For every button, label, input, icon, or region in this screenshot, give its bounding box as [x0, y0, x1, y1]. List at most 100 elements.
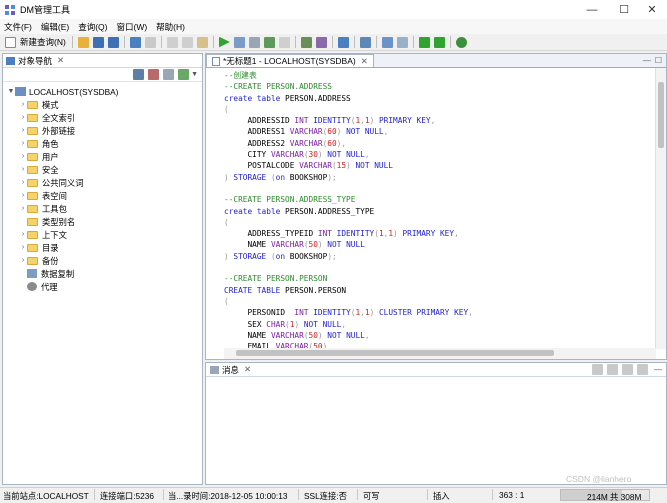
- minimize-button[interactable]: —: [577, 0, 607, 19]
- menu-file[interactable]: 文件(F): [4, 21, 32, 33]
- code-line[interactable]: --CREATE PERSON.ADDRESS_TYPE: [224, 194, 654, 205]
- code-line[interactable]: NAME VARCHAR(50) NOT NULL: [224, 239, 654, 250]
- memory-usage-bar[interactable]: 214M 共 308M: [560, 489, 650, 502]
- new-query-button[interactable]: 新建查询(N): [3, 36, 66, 48]
- tree-item-data-replication[interactable]: 数据复制: [19, 268, 74, 279]
- code-line[interactable]: ) STORAGE (on BOOKSHOP);: [224, 172, 654, 183]
- code-line[interactable]: [224, 262, 654, 273]
- tree-item-package[interactable]: › 工具包: [19, 203, 67, 214]
- refresh-icon[interactable]: [163, 69, 175, 80]
- code-line[interactable]: SEX CHAR(1) NOT NULL,: [224, 319, 654, 330]
- code-line[interactable]: POSTALCODE VARCHAR(15) NOT NULL: [224, 160, 654, 171]
- tab-messages[interactable]: 消息 ✕: [206, 364, 251, 376]
- menu-window[interactable]: 窗口(W): [116, 21, 147, 33]
- rollback-icon[interactable]: [315, 36, 327, 48]
- code-area[interactable]: --创建表 --CREATE PERSON.ADDRESS create table…: [224, 70, 654, 348]
- tree-item-context[interactable]: › 上下文: [19, 229, 67, 240]
- code-line[interactable]: --CREATE PERSON.PERSON: [224, 273, 654, 284]
- save-icon[interactable]: [92, 36, 104, 48]
- remove-icon[interactable]: [622, 364, 633, 375]
- horizontal-scrollbar[interactable]: [224, 348, 656, 359]
- collapsed-arrow-icon[interactable]: ›: [19, 231, 27, 238]
- tree-item-directory[interactable]: › 目录: [19, 242, 59, 253]
- collapse-all-icon[interactable]: [178, 69, 190, 80]
- redo-icon[interactable]: [144, 36, 156, 48]
- sql-assist-icon[interactable]: [396, 36, 408, 48]
- tree-item-external-link[interactable]: › 外部链接: [19, 125, 75, 136]
- run-to-cursor-icon[interactable]: [418, 36, 430, 48]
- code-line[interactable]: CITY VARCHAR(30) NOT NULL,: [224, 149, 654, 160]
- execute-plan-icon[interactable]: [233, 36, 245, 48]
- code-line[interactable]: CREATE TABLE PERSON.PERSON: [224, 285, 654, 296]
- vertical-scrollbar[interactable]: [655, 68, 666, 349]
- tree-item-agent[interactable]: 代理: [19, 281, 58, 292]
- tree-item-backup[interactable]: › 备份: [19, 255, 59, 266]
- code-line[interactable]: ADDRESS1 VARCHAR(60) NOT NULL,: [224, 126, 654, 137]
- format-icon[interactable]: [278, 36, 290, 48]
- code-line[interactable]: [224, 183, 654, 194]
- code-line[interactable]: EMAIL VARCHAR(50): [224, 341, 654, 348]
- collapsed-arrow-icon[interactable]: ›: [19, 179, 27, 186]
- menu-edit[interactable]: 编辑(E): [41, 21, 69, 33]
- tree-item-security[interactable]: › 安全: [19, 164, 59, 175]
- collapsed-arrow-icon[interactable]: ›: [19, 114, 27, 121]
- collapsed-arrow-icon[interactable]: ›: [19, 205, 27, 212]
- paste-icon[interactable]: [196, 36, 208, 48]
- collapsed-arrow-icon[interactable]: ›: [19, 101, 27, 108]
- stop-icon[interactable]: [248, 36, 260, 48]
- code-line[interactable]: --创建表: [224, 70, 654, 81]
- close-tab-icon[interactable]: ✕: [361, 56, 368, 67]
- code-line[interactable]: create table PERSON.ADDRESS_TYPE: [224, 206, 654, 217]
- menu-query[interactable]: 查询(Q): [78, 21, 107, 33]
- code-line[interactable]: --CREATE PERSON.ADDRESS: [224, 81, 654, 92]
- bug-icon[interactable]: [455, 36, 467, 48]
- tree-item-fulltext-index[interactable]: › 全文索引: [19, 112, 75, 123]
- code-line[interactable]: (: [224, 296, 654, 307]
- tree-item-user[interactable]: › 用户: [19, 151, 59, 162]
- tree-root-localhost[interactable]: ▼ LOCALHOST(SYSDBA): [7, 86, 119, 97]
- clear-messages-icon[interactable]: [592, 364, 603, 375]
- cut-icon[interactable]: [166, 36, 178, 48]
- code-line[interactable]: ADDRESS_TYPEID INT IDENTITY(1,1) PRIMARY…: [224, 228, 654, 239]
- open-folder-icon[interactable]: [77, 36, 89, 48]
- tree-item-role[interactable]: › 角色: [19, 138, 59, 149]
- table-icon[interactable]: [337, 36, 349, 48]
- undo-icon[interactable]: [129, 36, 141, 48]
- tree-item-schema[interactable]: › 模式: [19, 99, 59, 110]
- collapsed-arrow-icon[interactable]: ›: [19, 127, 27, 134]
- remove-all-icon[interactable]: [637, 364, 648, 375]
- scroll-lock-icon[interactable]: [607, 364, 618, 375]
- tree-item-type-alias[interactable]: 类型别名: [19, 216, 75, 227]
- tab-untitled-query[interactable]: *无标题1 - LOCALHOST(SYSDBA) ✕: [206, 54, 374, 67]
- collapsed-arrow-icon[interactable]: ›: [19, 192, 27, 199]
- code-line[interactable]: ADDRESSID INT IDENTITY(1,1) PRIMARY KEY,: [224, 115, 654, 126]
- collapsed-arrow-icon[interactable]: ›: [19, 257, 27, 264]
- save-all-icon[interactable]: [107, 36, 119, 48]
- copy-icon[interactable]: [181, 36, 193, 48]
- collapsed-arrow-icon[interactable]: ›: [19, 140, 27, 147]
- tab-object-navigator[interactable]: 对象导航 ✕: [3, 55, 64, 67]
- expand-arrow-icon[interactable]: ▼: [7, 88, 15, 95]
- menu-help[interactable]: 帮助(H): [156, 21, 185, 33]
- code-line[interactable]: ADDRESS2 VARCHAR(60),: [224, 138, 654, 149]
- commit-icon[interactable]: [300, 36, 312, 48]
- debug-icon[interactable]: [263, 36, 275, 48]
- close-button[interactable]: ✕: [637, 0, 667, 19]
- tree-item-public-synonym[interactable]: › 公共同义词: [19, 177, 84, 188]
- collapsed-arrow-icon[interactable]: ›: [19, 153, 27, 160]
- vertical-scroll-thumb[interactable]: [658, 82, 664, 148]
- code-line[interactable]: create table PERSON.ADDRESS: [224, 93, 654, 104]
- disconnect-icon[interactable]: [148, 69, 160, 80]
- code-line[interactable]: PERSONID INT IDENTITY(1,1) CLUSTER PRIMA…: [224, 307, 654, 318]
- step-icon[interactable]: [433, 36, 445, 48]
- minimize-view-icon[interactable]: —: [643, 56, 651, 65]
- connect-icon[interactable]: [133, 69, 145, 80]
- code-line[interactable]: ) STORAGE (on BOOKSHOP);: [224, 251, 654, 262]
- collapsed-arrow-icon[interactable]: ›: [19, 166, 27, 173]
- code-line[interactable]: (: [224, 104, 654, 115]
- maximize-button[interactable]: ☐: [609, 0, 639, 19]
- close-tab-icon[interactable]: ✕: [57, 55, 64, 66]
- code-line[interactable]: NAME VARCHAR(50) NOT NULL,: [224, 330, 654, 341]
- close-tab-icon[interactable]: ✕: [244, 364, 251, 375]
- grid-icon[interactable]: [359, 36, 371, 48]
